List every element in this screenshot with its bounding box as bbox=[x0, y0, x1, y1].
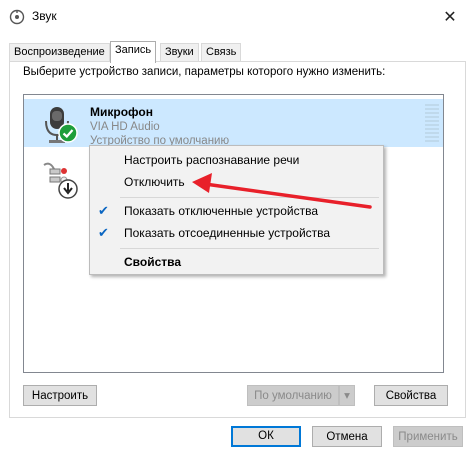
disabled-arrow-icon bbox=[58, 179, 78, 199]
close-button[interactable]: ✕ bbox=[427, 0, 473, 33]
window-title: Звук bbox=[32, 9, 57, 23]
menu-item-label: Показать отсоединенные устройства bbox=[124, 226, 331, 240]
chevron-down-icon: ▾ bbox=[344, 390, 350, 402]
apply-button[interactable]: Применить bbox=[393, 426, 463, 447]
checkmark-icon: ✔ bbox=[98, 225, 109, 240]
set-default-button[interactable]: По умолчанию bbox=[247, 385, 339, 406]
speaker-icon bbox=[9, 9, 25, 25]
tab-recording[interactable]: Запись bbox=[110, 41, 157, 63]
menu-item-label: Показать отключенные устройства bbox=[124, 204, 319, 218]
tab-label: Воспроизведение bbox=[14, 46, 105, 58]
tab-label: Звуки bbox=[165, 46, 194, 58]
menu-item-label: Настроить распознавание речи bbox=[124, 153, 300, 167]
set-default-dropdown[interactable]: ▾ bbox=[339, 385, 355, 406]
menu-item-speech-recognition[interactable]: Настроить распознавание речи bbox=[90, 149, 383, 171]
menu-item-disable[interactable]: Отключить bbox=[90, 171, 383, 193]
tab-label: Связь bbox=[206, 46, 237, 58]
device-driver: VIA HD Audio bbox=[90, 121, 160, 133]
title-bar: Звук ✕ bbox=[0, 0, 473, 33]
menu-item-label: Свойства bbox=[124, 255, 182, 269]
instruction-text: Выберите устройство записи, параметры ко… bbox=[23, 66, 386, 78]
menu-separator bbox=[120, 248, 379, 249]
close-icon: ✕ bbox=[443, 8, 457, 26]
ok-button[interactable]: ОК bbox=[231, 426, 301, 447]
level-meter bbox=[425, 104, 439, 142]
menu-item-properties[interactable]: Свойства bbox=[90, 251, 383, 273]
menu-item-label: Отключить bbox=[124, 175, 185, 189]
properties-button[interactable]: Свойства bbox=[374, 385, 448, 406]
context-menu: Настроить распознавание речи Отключить ✔… bbox=[89, 145, 384, 275]
menu-item-show-disabled[interactable]: ✔ Показать отключенные устройства bbox=[90, 200, 383, 222]
default-check-icon bbox=[58, 123, 78, 143]
menu-item-show-disconnected[interactable]: ✔ Показать отсоединенные устройства bbox=[90, 222, 383, 244]
configure-button[interactable]: Настроить bbox=[23, 385, 97, 406]
tab-playback[interactable]: Воспроизведение bbox=[9, 43, 110, 62]
tab-communications[interactable]: Связь bbox=[201, 43, 242, 62]
menu-separator bbox=[120, 197, 379, 198]
checkmark-icon: ✔ bbox=[98, 203, 109, 218]
device-item-microphone[interactable]: Микрофон VIA HD Audio Устройство по умол… bbox=[24, 99, 443, 147]
tab-label: Запись bbox=[115, 44, 152, 56]
tab-sounds[interactable]: Звуки bbox=[160, 43, 199, 62]
device-name: Микрофон bbox=[90, 105, 153, 119]
cancel-button[interactable]: Отмена bbox=[312, 426, 382, 447]
